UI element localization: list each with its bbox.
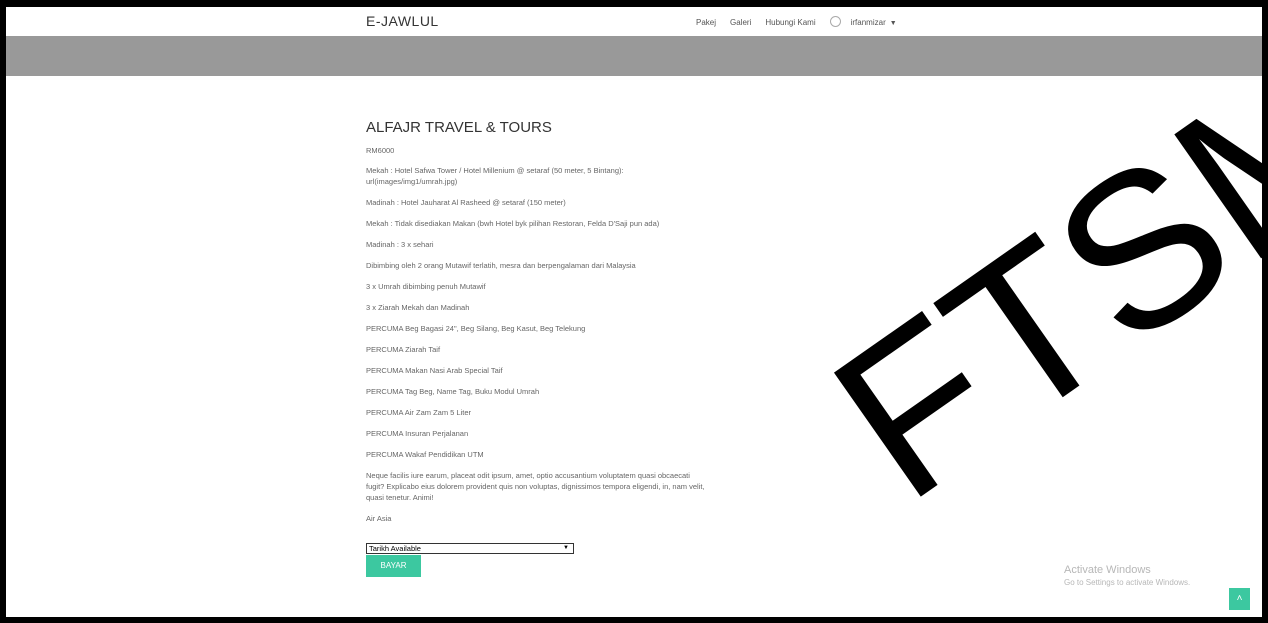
watermark: FTSM: [792, 7, 1262, 546]
browser-page: E-JAWLUL Pakej Galeri Hubungi Kami irfan…: [6, 7, 1262, 617]
watermark-text: FTSM: [792, 7, 1262, 546]
